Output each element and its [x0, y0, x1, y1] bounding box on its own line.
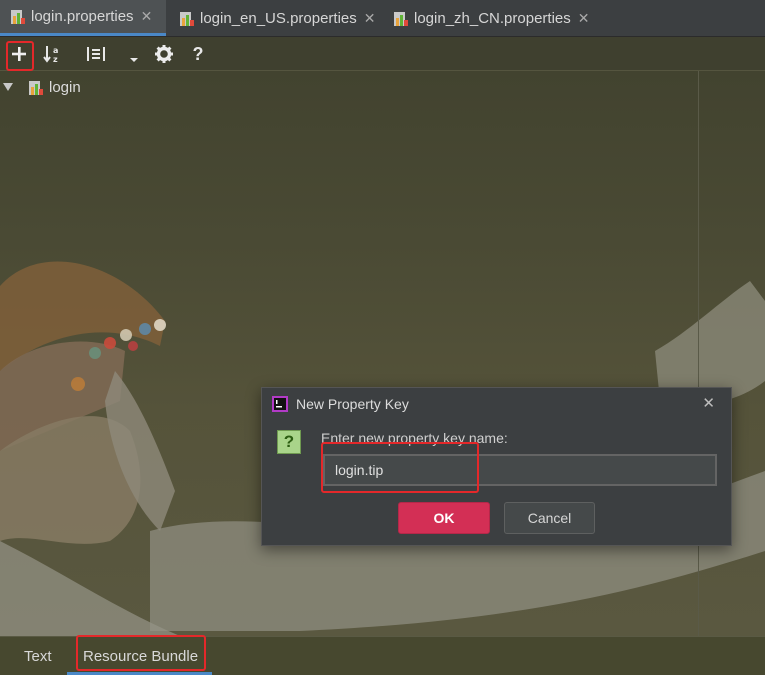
tab-login-en-us-properties[interactable]: login_en_US.properties ✕	[169, 0, 381, 36]
svg-text:a: a	[53, 46, 58, 55]
tree-node-label: login	[49, 78, 81, 96]
gear-icon	[155, 45, 173, 63]
intellij-app-icon	[272, 396, 288, 412]
sort-alpha-icon: a z	[43, 46, 58, 63]
question-icon: ?	[277, 430, 301, 454]
right-margin-divider	[698, 71, 699, 636]
expand-arrow-icon[interactable]	[3, 82, 13, 92]
highlight-box-input	[321, 442, 479, 493]
close-icon[interactable]: ✕	[702, 394, 715, 412]
close-icon[interactable]: ✕	[578, 10, 590, 27]
tree-node-login[interactable]: login	[0, 77, 81, 97]
dialog-title: New Property Key	[296, 396, 409, 412]
editor-mode-tabs: Text Resource Bundle	[0, 635, 765, 675]
tab-login-properties[interactable]: login.properties ✕	[0, 0, 166, 36]
properties-file-icon	[394, 11, 408, 26]
highlight-box-resource-bundle	[76, 635, 206, 671]
properties-file-icon	[180, 11, 194, 26]
tab-label: login_en_US.properties	[200, 9, 357, 27]
tab-label: login_zh_CN.properties	[414, 9, 571, 27]
close-icon[interactable]: ✕	[141, 8, 153, 25]
sort-alphabetically-button[interactable]: a z	[40, 41, 66, 67]
group-list-icon	[87, 47, 105, 61]
ok-button[interactable]: OK	[398, 502, 490, 534]
close-icon[interactable]: ✕	[364, 10, 376, 27]
resource-bundle-icon	[29, 80, 43, 95]
settings-button[interactable]	[151, 41, 177, 67]
group-by-prefix-button[interactable]	[83, 41, 109, 67]
tab-login-zh-cn-properties[interactable]: login_zh_CN.properties ✕	[383, 0, 595, 36]
background-wallpaper-image	[0, 261, 765, 636]
options-dropdown-button[interactable]	[124, 47, 144, 73]
chevron-down-icon	[130, 58, 138, 62]
help-button[interactable]: ?	[185, 41, 211, 67]
highlight-box-add	[6, 41, 34, 71]
resource-bundle-editor: login	[0, 71, 765, 636]
help-icon: ?	[192, 43, 204, 64]
resource-bundle-toolbar: a z ?	[0, 37, 765, 71]
editor-tab-bar: login.properties ✕ login_en_US.propertie…	[0, 0, 765, 37]
properties-file-icon	[11, 10, 25, 24]
new-property-key-dialog: New Property Key ✕ ? Enter new property …	[261, 387, 732, 546]
tab-label: login.properties	[31, 8, 134, 25]
cancel-button[interactable]: Cancel	[504, 502, 595, 534]
svg-text:z: z	[53, 55, 58, 63]
tab-text[interactable]: Text	[24, 648, 52, 665]
